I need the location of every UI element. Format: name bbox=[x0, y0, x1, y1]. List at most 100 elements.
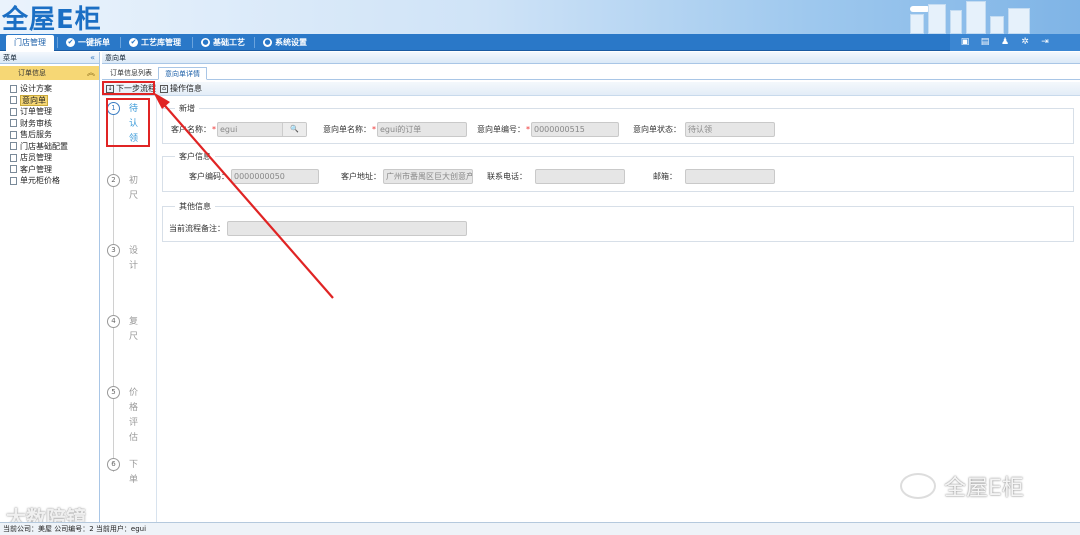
operation-info-button[interactable]: ⌂ 操作信息 bbox=[160, 83, 202, 95]
nav-process-library[interactable]: ✔ 工艺库管理 bbox=[127, 35, 181, 51]
order-status-field: 意向单状态： 待认领 bbox=[633, 121, 775, 137]
logout-icon[interactable]: ⇥ bbox=[1040, 37, 1050, 47]
section-legend: 新增 bbox=[175, 103, 199, 114]
chevron-up-icon[interactable]: ︽ bbox=[87, 66, 95, 80]
nav-one-click-split[interactable]: ✔ 一键拆单 bbox=[64, 35, 110, 51]
step-number: 5 bbox=[107, 386, 120, 399]
tab-bar: 订单信息列表 意向单详情 bbox=[102, 66, 1080, 80]
skyline-decoration bbox=[900, 0, 1040, 34]
field-label: 客户地址： bbox=[341, 171, 381, 181]
sidebar-item-after-sales[interactable]: 售后服务 bbox=[10, 129, 99, 141]
wechat-icon bbox=[900, 473, 936, 499]
sidebar-item-order-management[interactable]: 订单管理 bbox=[10, 106, 99, 118]
nav-divider bbox=[192, 37, 193, 48]
tab-intention-detail[interactable]: 意向单详情 bbox=[158, 67, 207, 80]
nav-basic-process[interactable]: ● 基础工艺 bbox=[199, 35, 245, 51]
nav-tools: ▣ ▤ ♟ ✲ ⇥ bbox=[950, 34, 1080, 51]
calendar-icon[interactable]: ▤ bbox=[980, 37, 990, 47]
user-icon[interactable]: ♟ bbox=[1000, 37, 1010, 47]
toolbar: ↓ 下一步流程 ⌂ 操作信息 bbox=[102, 82, 1080, 96]
sidebar-item-finance-review[interactable]: 财务审核 bbox=[10, 118, 99, 130]
sidebar-item-staff-management[interactable]: 店员管理 bbox=[10, 152, 99, 164]
customer-code-field: 客户编码： 0000000050 bbox=[189, 168, 319, 184]
nav-divider bbox=[57, 37, 58, 48]
step-label: 下单 bbox=[129, 460, 139, 485]
sidebar-header: 菜单 « bbox=[0, 52, 99, 64]
sidebar-group-order-info[interactable]: 订单信息 ︽ bbox=[0, 66, 99, 80]
document-icon bbox=[10, 153, 17, 162]
customer-code-input[interactable]: 0000000050 bbox=[231, 168, 319, 184]
sidebar-item-store-config[interactable]: 门店基础配置 bbox=[10, 141, 99, 153]
step-label: 设计 bbox=[129, 246, 139, 271]
document-icon bbox=[10, 130, 17, 139]
field-label: 意向单状态： bbox=[633, 124, 681, 134]
sidebar-item-customer-management[interactable]: 客户管理 bbox=[10, 164, 99, 176]
email-field: 邮箱： bbox=[653, 168, 775, 184]
sidebar-list: 设计方案 意向单 订单管理 财务审核 售后服务 门店基础配置 店员管理 客户管理… bbox=[0, 80, 99, 187]
lock-icon: ⌂ bbox=[160, 85, 168, 93]
customer-name-field: 客户名称： * egui 🔍 bbox=[171, 121, 307, 137]
email-input[interactable] bbox=[685, 168, 775, 184]
step-number: 2 bbox=[107, 174, 120, 187]
step-label: 初尺 bbox=[129, 176, 139, 201]
document-icon bbox=[10, 165, 17, 174]
nav-divider bbox=[120, 37, 121, 48]
document-icon bbox=[10, 119, 17, 128]
gear-icon: ● bbox=[201, 38, 210, 47]
check-icon: ✔ bbox=[66, 38, 75, 47]
phone-field: 联系电话： bbox=[487, 168, 625, 184]
order-number-input[interactable]: 0000000515 bbox=[531, 121, 619, 137]
field-label: 联系电话： bbox=[487, 171, 527, 181]
field-label: 当前流程备注： bbox=[169, 223, 225, 233]
field-label: 邮箱： bbox=[653, 171, 677, 181]
phone-input[interactable] bbox=[535, 168, 625, 184]
nav-system-settings[interactable]: ● 系统设置 bbox=[261, 35, 307, 51]
required-mark: * bbox=[372, 124, 376, 134]
sidebar-item-intention-order[interactable]: 意向单 bbox=[10, 94, 99, 107]
settings-icon: ● bbox=[263, 38, 272, 47]
sidebar: 菜单 « 订单信息 ︽ 设计方案 意向单 订单管理 财务审核 售后服务 门店基础… bbox=[0, 52, 100, 522]
customer-name-input[interactable]: egui 🔍 bbox=[217, 121, 307, 137]
document-icon bbox=[10, 176, 17, 185]
app-header: 全屋E柜 bbox=[0, 0, 1080, 34]
field-label: 客户名称： bbox=[171, 124, 211, 134]
remark-field: 当前流程备注： bbox=[169, 220, 467, 236]
step-connector bbox=[113, 112, 114, 472]
gear-icon[interactable]: ✲ bbox=[1020, 37, 1030, 47]
step-number: 3 bbox=[107, 244, 120, 257]
home-icon[interactable]: ▣ bbox=[960, 37, 970, 47]
field-label: 意向单名称： bbox=[323, 124, 371, 134]
nav-divider bbox=[254, 37, 255, 48]
order-name-input[interactable]: egui的订单 bbox=[377, 121, 467, 137]
field-label: 意向单编号： bbox=[477, 124, 525, 134]
check-icon: ✔ bbox=[129, 38, 138, 47]
annotation-box-step-1 bbox=[106, 98, 150, 147]
main-nav: 门店管理 ✔ 一键拆单 ✔ 工艺库管理 ● 基础工艺 ● 系统设置 ▣ ▤ ♟ ✲ ⇥ bbox=[0, 34, 1080, 51]
section-other-info: 其他信息 当前流程备注： bbox=[162, 201, 1074, 242]
section-legend: 其他信息 bbox=[175, 201, 215, 212]
tab-order-list[interactable]: 订单信息列表 bbox=[104, 67, 158, 80]
step-number: 6 bbox=[107, 458, 120, 471]
customer-address-input[interactable]: 广州市番禺区巨大创意产 bbox=[383, 168, 473, 184]
sidebar-item-cabinet-price[interactable]: 单元柜价格 bbox=[10, 175, 99, 187]
document-icon bbox=[10, 96, 17, 105]
section-customer-info: 客户信息 客户编码： 0000000050 客户地址： 广州市番禺区巨大创意产 … bbox=[162, 151, 1074, 192]
sidebar-item-design-plan[interactable]: 设计方案 bbox=[10, 83, 99, 95]
status-bar: 当前公司：美屋 公司编号：2 当前用户：egui bbox=[0, 522, 1080, 535]
search-icon[interactable]: 🔍 bbox=[282, 122, 306, 136]
remark-input[interactable] bbox=[227, 220, 467, 236]
step-label: 价格评估 bbox=[129, 388, 139, 443]
process-steps: 1 待认领 2 初尺 3 设计 4 复尺 5 价格评估 6 下单 bbox=[102, 98, 157, 522]
collapse-icon[interactable]: « bbox=[90, 52, 95, 64]
document-icon bbox=[10, 84, 17, 93]
main-panel: 意向单 订单信息列表 意向单详情 ↓ 下一步流程 ⌂ 操作信息 1 待认领 2 初尺 3… bbox=[102, 52, 1080, 522]
order-status-input[interactable]: 待认领 bbox=[685, 121, 775, 137]
annotation-box-next-step bbox=[102, 81, 155, 95]
required-mark: * bbox=[212, 124, 216, 134]
customer-address-field: 客户地址： 广州市番禺区巨大创意产 bbox=[341, 168, 473, 184]
section-new: 新增 客户名称： * egui 🔍 意向单名称： * egui的订单 意向单编号： * … bbox=[162, 103, 1074, 144]
nav-store-management[interactable]: 门店管理 bbox=[6, 35, 54, 51]
document-icon bbox=[10, 142, 17, 151]
main-header: 意向单 bbox=[102, 52, 1080, 64]
section-legend: 客户信息 bbox=[175, 151, 215, 162]
